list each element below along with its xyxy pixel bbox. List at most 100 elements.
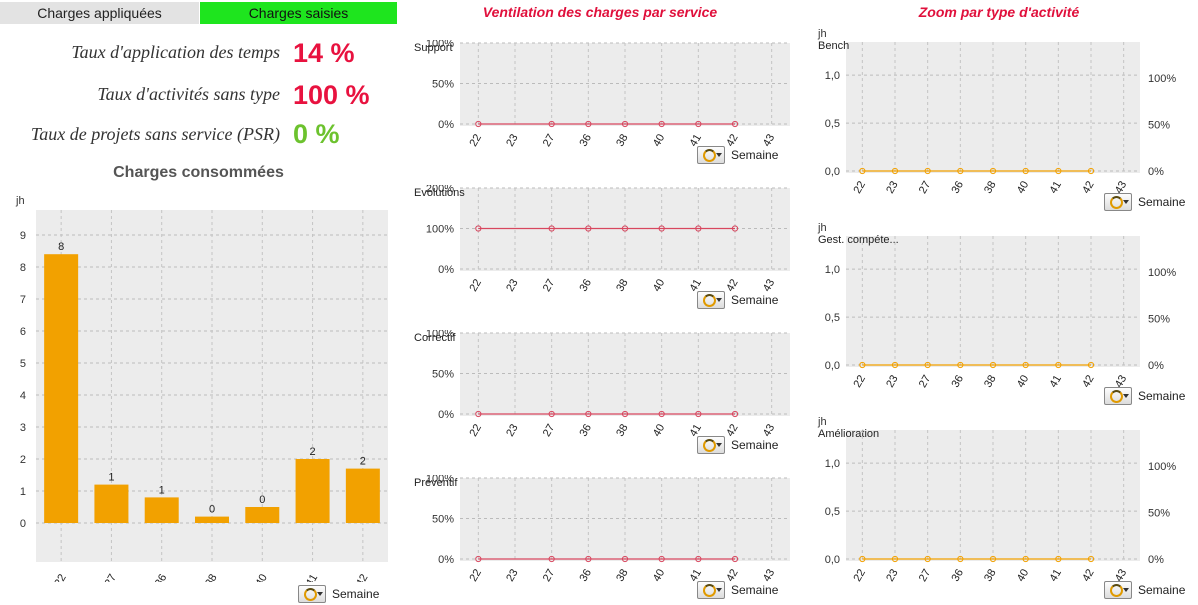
bar bbox=[94, 484, 129, 523]
x-tick-label: 42 bbox=[1080, 179, 1097, 195]
x-tick-label: 40 bbox=[651, 422, 668, 438]
y-tick-label: 8 bbox=[20, 262, 26, 274]
dropdown-arrow-icon bbox=[317, 592, 323, 596]
consumed-bar-chart: jh 0 1 2 3 4 5 6 7 8 9 8 22 1 27 1 36 0 38 0 40 2 41 2 42 bbox=[15, 195, 388, 582]
cycle-icon bbox=[1109, 583, 1123, 597]
line-chart: jhAmélioration 0,0 0,5 1,0 0% 50% 100% 22 23 27 36… bbox=[817, 416, 1176, 583]
bar-data-label: 1 bbox=[108, 472, 114, 484]
dropdown-arrow-icon bbox=[1123, 588, 1129, 592]
kpi-label-application: Taux d'application des temps bbox=[71, 42, 280, 62]
y2-tick-label: 100% bbox=[1148, 461, 1176, 473]
tab-charges-saisies[interactable]: Charges saisies bbox=[200, 2, 397, 24]
x-tick-label: 36 bbox=[577, 422, 594, 438]
y2-tick-label: 50% bbox=[1148, 314, 1170, 326]
x-tick-label: 23 bbox=[504, 277, 521, 293]
semaine-label: Semaine bbox=[731, 148, 779, 162]
consumed-chart-title: Charges consommées bbox=[113, 164, 284, 181]
y-unit-label: jh bbox=[817, 222, 827, 234]
semaine-control: Semaine bbox=[1104, 581, 1185, 599]
activity-section-title: Zoom par type d'activité bbox=[918, 4, 1080, 20]
bar-data-label: 8 bbox=[58, 241, 64, 253]
bar bbox=[295, 459, 330, 523]
x-tick-label: 27 bbox=[541, 132, 558, 148]
y2-tick-label: 100% bbox=[1148, 73, 1176, 85]
x-tick-label: 23 bbox=[504, 132, 521, 148]
kpi-value-psr: 0 % bbox=[293, 119, 340, 149]
cycle-dimension-button[interactable] bbox=[697, 581, 725, 599]
chart-title: Bench bbox=[818, 40, 849, 52]
x-tick-label: 22 bbox=[851, 373, 868, 389]
line-chart: Support0%50%100%22 23 27 36 38 40 41 42 43 bbox=[414, 40, 790, 148]
x-tick-label: 41 bbox=[1047, 373, 1064, 389]
cycle-dimension-button[interactable] bbox=[697, 146, 725, 164]
x-tick-label: 23 bbox=[504, 567, 521, 583]
y2-tick-label: 50% bbox=[1148, 508, 1170, 520]
bar-data-label: 0 bbox=[259, 494, 265, 506]
x-tick-label: 27 bbox=[103, 572, 120, 582]
cycle-dimension-button[interactable] bbox=[1104, 581, 1132, 599]
y-unit-label: jh bbox=[817, 28, 827, 40]
cycle-dimension-button[interactable] bbox=[1104, 193, 1132, 211]
semaine-control: Semaine bbox=[1104, 193, 1185, 211]
bar bbox=[44, 254, 79, 523]
x-tick-label: 27 bbox=[917, 179, 934, 195]
semaine-control: Semaine bbox=[697, 581, 778, 599]
y-tick-label: 100% bbox=[426, 224, 454, 236]
x-tick-label: 40 bbox=[1015, 179, 1032, 195]
semaine-label: Semaine bbox=[731, 583, 779, 597]
x-tick-label: 38 bbox=[203, 572, 220, 582]
x-tick-label: 22 bbox=[467, 132, 484, 148]
cycle-icon bbox=[1109, 195, 1123, 209]
x-tick-label: 38 bbox=[614, 132, 631, 148]
dropdown-arrow-icon bbox=[1123, 200, 1129, 204]
x-tick-label: 38 bbox=[614, 277, 631, 293]
x-tick-label: 40 bbox=[1015, 373, 1032, 389]
x-tick-label: 22 bbox=[851, 567, 868, 583]
y-unit-label: jh bbox=[15, 195, 25, 207]
x-tick-label: 23 bbox=[504, 422, 521, 438]
y-tick-label: 100% bbox=[426, 475, 454, 485]
bar-data-label: 1 bbox=[159, 484, 165, 496]
cycle-dimension-button[interactable] bbox=[1104, 387, 1132, 405]
semaine-control: Semaine bbox=[1104, 387, 1185, 405]
y-tick-label: 1 bbox=[20, 486, 26, 498]
cycle-dimension-button[interactable] bbox=[298, 585, 326, 603]
cycle-dimension-button[interactable] bbox=[697, 436, 725, 454]
x-tick-label: 38 bbox=[614, 567, 631, 583]
y-tick-label: 0% bbox=[438, 409, 454, 421]
tab-charges-appliquees[interactable]: Charges appliquées bbox=[0, 2, 199, 24]
bar-data-label: 0 bbox=[209, 504, 215, 516]
x-tick-label: 36 bbox=[949, 567, 966, 583]
x-tick-label: 42 bbox=[1080, 567, 1097, 583]
y-tick-label: 3 bbox=[20, 422, 26, 434]
y2-tick-label: 50% bbox=[1148, 120, 1170, 132]
bar bbox=[245, 507, 280, 523]
y-tick-label: 0% bbox=[438, 264, 454, 276]
y-tick-label: 1,0 bbox=[825, 458, 840, 470]
cycle-icon bbox=[702, 438, 716, 452]
x-tick-label: 42 bbox=[1080, 373, 1097, 389]
kpi-label-sans-type: Taux d'activités sans type bbox=[97, 84, 280, 104]
semaine-label: Semaine bbox=[1138, 389, 1186, 403]
cycle-dimension-button[interactable] bbox=[697, 291, 725, 309]
kpi-value-sans-type: 100 % bbox=[293, 80, 370, 110]
dropdown-arrow-icon bbox=[716, 298, 722, 302]
x-tick-label: 36 bbox=[949, 179, 966, 195]
line-chart: jhGest. compéte... 0,0 0,5 1,0 0% 50% 100% 22 23… bbox=[817, 222, 1176, 389]
bar-data-label: 2 bbox=[360, 456, 366, 468]
x-tick-label: 22 bbox=[52, 572, 69, 582]
y-tick-label: 100% bbox=[426, 330, 454, 340]
x-tick-label: 27 bbox=[541, 277, 558, 293]
semaine-label: Semaine bbox=[332, 587, 380, 601]
y-tick-label: 4 bbox=[20, 390, 26, 402]
bar bbox=[345, 468, 380, 523]
y-tick-label: 9 bbox=[20, 230, 26, 242]
y-tick-label: 50% bbox=[432, 79, 454, 91]
x-tick-label: 36 bbox=[153, 572, 170, 582]
y2-tick-label: 0% bbox=[1148, 554, 1164, 566]
y-tick-label: 100% bbox=[426, 40, 454, 50]
cycle-icon bbox=[1109, 389, 1123, 403]
y2-tick-label: 0% bbox=[1148, 166, 1164, 178]
x-tick-label: 23 bbox=[884, 373, 901, 389]
dropdown-arrow-icon bbox=[716, 443, 722, 447]
